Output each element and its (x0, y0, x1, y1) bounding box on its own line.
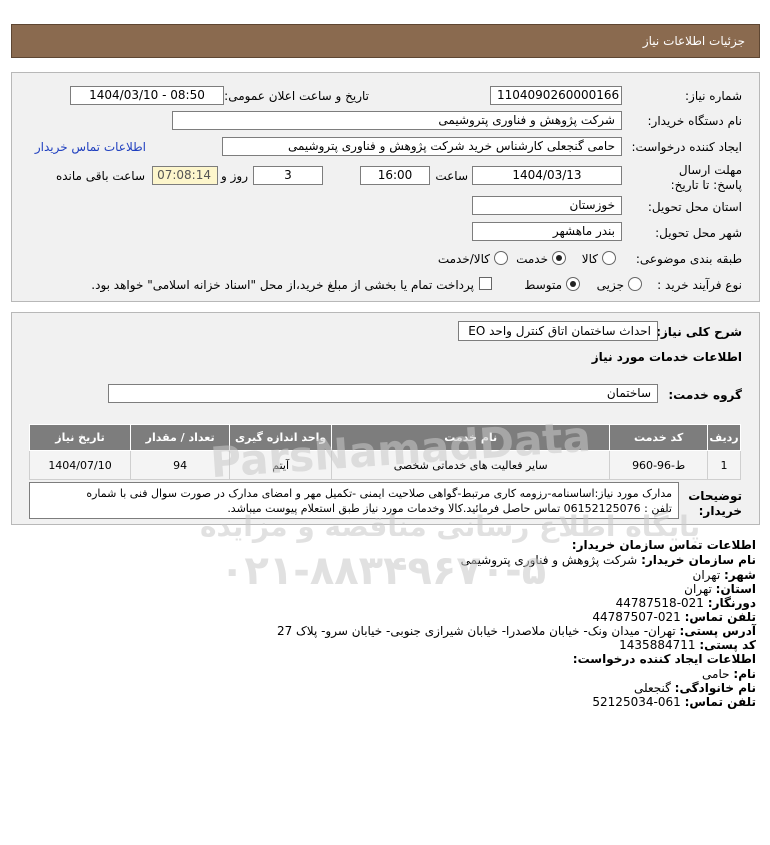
province-field: خوزستان (472, 196, 622, 215)
cell-service-code: ط-96-960 (609, 450, 709, 480)
cell-row-number: 1 (707, 450, 741, 480)
category-radio-goods[interactable] (602, 251, 616, 265)
category-option-goods: کالا (581, 252, 598, 266)
days-label: روز و (221, 169, 248, 183)
col-service-name: نام خدمت (331, 424, 611, 451)
page-title: جزئیات اطلاعات نیاز (642, 34, 745, 48)
need-number-label: شماره نیاز: (685, 89, 742, 103)
treasury-payment-checkbox[interactable] (479, 277, 492, 290)
treasury-payment-note: پرداخت تمام یا بخشی از مبلغ خرید،از محل … (91, 278, 474, 292)
city-field: بندر ماهشهر (472, 222, 622, 241)
creator-name: نام: حامی (702, 667, 756, 681)
summary-label: شرح کلی نیاز: (656, 325, 742, 339)
buyer-notes-line2: تلفن : 06152125076 تماس حاصل فرمائید.کال… (227, 502, 672, 515)
creator-heading: اطلاعات ایجاد کننده درخواست: (572, 652, 756, 666)
category-radio-goods-service[interactable] (494, 251, 508, 265)
category-radio-service[interactable] (552, 251, 566, 265)
need-number-field: 1104090260000166 (490, 86, 622, 105)
remaining-label: ساعت باقی مانده (55, 169, 145, 183)
remaining-time-field: 07:08:14 (152, 166, 218, 185)
announce-field: 1404/03/10 - 08:50 (70, 86, 224, 105)
service-group-label: گروه خدمت: (668, 388, 742, 402)
creator-label: ایجاد کننده درخواست: (631, 140, 742, 154)
buyer-org-label: نام دستگاه خریدار: (647, 114, 743, 128)
process-option-medium: متوسط (524, 278, 562, 292)
cell-service-name: سایر فعالیت های خدماتی شخصی (331, 450, 611, 480)
col-unit: واحد اندازه گیری (229, 424, 333, 451)
creator-family: نام خانوادگی: گنجعلی (633, 681, 756, 695)
category-label: طبقه بندی موضوعی: (635, 252, 742, 266)
contact-heading: اطلاعات تماس سازمان خریدار: (571, 538, 756, 552)
cell-unit: آیتم (229, 450, 333, 480)
services-table: ردیف کد خدمت نام خدمت واحد اندازه گیری ت… (28, 424, 741, 480)
contact-fax: دورنگار: 021-44787518 (615, 596, 756, 610)
contact-address: آدرس پستی: تهران- میدان ونک- خیابان ملاص… (276, 624, 756, 638)
contact-city: شهر: تهران (692, 568, 756, 582)
province-label: استان محل تحویل: (647, 200, 742, 214)
buyer-notes-label: توضیحات خریدار: (688, 489, 742, 518)
contact-org: نام سازمان خریدار: شرکت پژوهش و فناوری پ… (460, 553, 756, 567)
deadline-date-field: 1404/03/13 (472, 166, 622, 185)
time-label: ساعت (435, 169, 468, 183)
buyer-contact-link[interactable]: اطلاعات تماس خریدار (35, 140, 146, 154)
table-header-row: ردیف کد خدمت نام خدمت واحد اندازه گیری ت… (28, 424, 741, 451)
contact-province: استان: تهران (684, 582, 756, 596)
services-heading: اطلاعات خدمات مورد نیاز (591, 350, 742, 364)
category-option-service: خدمت (516, 252, 548, 266)
deadline-label: مهلت ارسال پاسخ: تا تاریخ: (670, 163, 742, 192)
summary-field: احداث ساختمان اتاق کنترل واحد EO (458, 321, 658, 341)
col-need-date: تاریخ نیاز (28, 424, 132, 451)
deadline-time-field: 16:00 (360, 166, 430, 185)
announce-label: تاریخ و ساعت اعلان عمومی: (224, 89, 369, 103)
service-group-field: ساختمان (108, 384, 658, 403)
category-option-goods-service: کالا/خدمت (437, 252, 490, 266)
process-label: نوع فرآیند خرید : (657, 278, 742, 292)
cell-need-date: 1404/07/10 (28, 450, 132, 480)
contact-postal-code: کد پستی: 1435884711 (619, 638, 756, 652)
city-label: شهر محل تحویل: (655, 226, 742, 240)
contact-phone: تلفن تماس: 021-44787507 (592, 610, 756, 624)
cell-quantity: 94 (130, 450, 231, 480)
creator-field: حامی گنجعلی کارشناس خرید شرکت پژوهش و فن… (222, 137, 622, 156)
page-header: جزئیات اطلاعات نیاز (11, 24, 760, 58)
process-option-minor: جزیی (596, 278, 624, 292)
col-row-number: ردیف (707, 424, 741, 451)
buyer-org-field: شرکت پژوهش و فناوری پتروشیمی (172, 111, 622, 130)
buyer-notes-line1: مدارک مورد نیاز:اساسنامه-رزومه کاری مرتب… (86, 487, 672, 500)
col-quantity: تعداد / مقدار (130, 424, 231, 451)
days-field: 3 (253, 166, 323, 185)
process-radio-minor[interactable] (628, 277, 642, 291)
buyer-notes-box: مدارک مورد نیاز:اساسنامه-رزومه کاری مرتب… (29, 482, 679, 519)
table-row: 1 ط-96-960 سایر فعالیت های خدماتی شخصی آ… (28, 450, 741, 480)
process-radio-medium[interactable] (566, 277, 580, 291)
col-service-code: کد خدمت (609, 424, 709, 451)
creator-phone: تلفن تماس: 061-52125034 (592, 695, 756, 709)
